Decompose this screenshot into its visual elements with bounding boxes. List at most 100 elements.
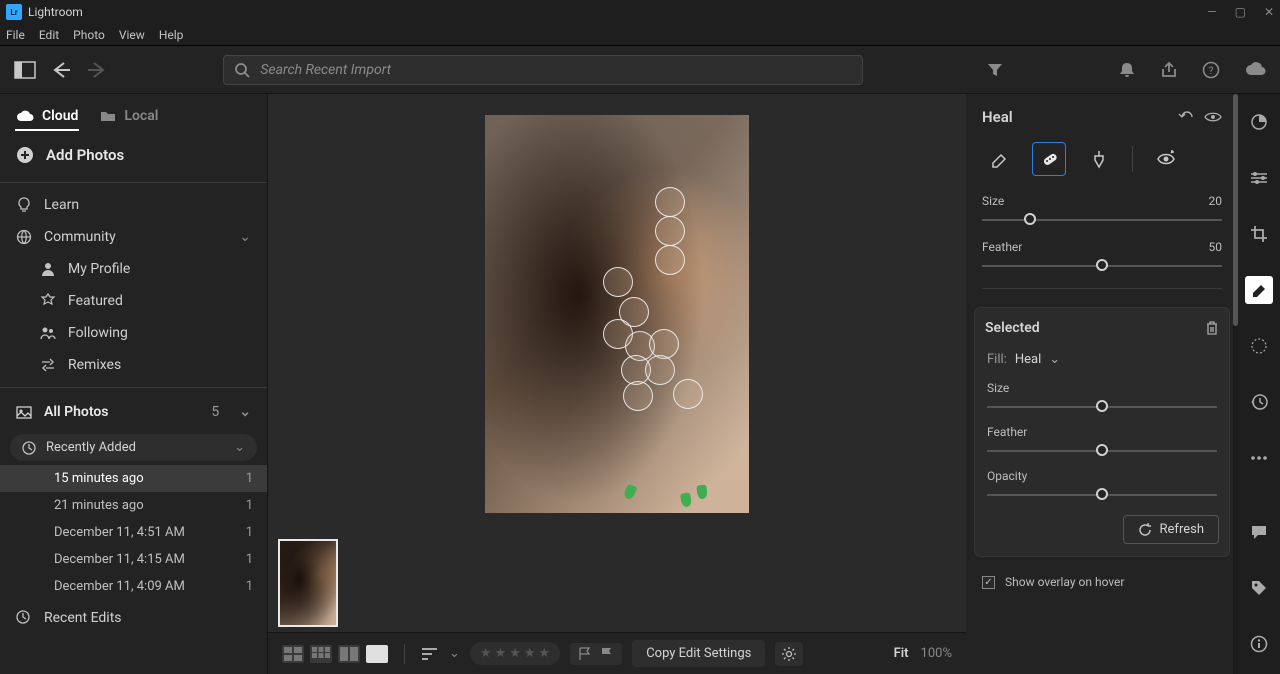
scrollbar[interactable] <box>1233 94 1238 674</box>
undo-icon[interactable] <box>1178 111 1194 123</box>
search-box[interactable]: Search Recent Import <box>223 55 863 85</box>
clock-icon <box>22 441 36 455</box>
menu-help[interactable]: Help <box>159 28 184 42</box>
cloud-sync-icon[interactable] <box>1244 61 1266 79</box>
menu-file[interactable]: File <box>6 28 25 42</box>
share-icon[interactable] <box>1160 61 1178 79</box>
overlay-checkbox-row[interactable]: ✓ Show overlay on hover <box>966 565 1238 599</box>
selected-size-slider[interactable]: Size <box>985 377 1219 421</box>
date-row[interactable]: December 11, 4:09 AM1 <box>0 573 267 600</box>
heal-spot[interactable] <box>623 381 653 411</box>
mask-icon[interactable] <box>1245 332 1273 360</box>
grid-small-view[interactable] <box>310 645 332 663</box>
heal-spot[interactable] <box>673 379 703 409</box>
sidebar-remixes[interactable]: Remixes <box>0 349 267 381</box>
clone-tool[interactable] <box>1082 142 1116 176</box>
app-title: Lightroom <box>28 5 83 19</box>
heal-spot[interactable] <box>655 245 685 275</box>
detail-view[interactable] <box>366 645 388 663</box>
heal-tool[interactable] <box>1032 142 1066 176</box>
sort-dropdown[interactable]: ⌄ <box>449 646 460 661</box>
photo-canvas[interactable] <box>268 94 966 534</box>
help-icon[interactable]: ? <box>1202 61 1220 79</box>
erase-tool[interactable] <box>982 142 1016 176</box>
feather-slider[interactable]: Feather50 <box>966 236 1238 282</box>
menubar: File Edit Photo View Help <box>0 24 1280 46</box>
maximize-button[interactable]: ▢ <box>1235 5 1246 19</box>
date-row[interactable]: 15 minutes ago1 <box>0 465 267 492</box>
zoom-pct[interactable]: 100% <box>921 646 952 661</box>
forward-button[interactable] <box>86 61 108 79</box>
flag-reject-icon <box>600 647 614 661</box>
info-icon[interactable] <box>1245 630 1273 658</box>
overlay-checkbox[interactable]: ✓ <box>982 576 995 589</box>
eye-icon[interactable] <box>1204 111 1222 123</box>
fit-button[interactable]: Fit <box>894 646 909 661</box>
app-logo: Lr <box>6 4 22 20</box>
trash-icon[interactable] <box>1205 320 1219 336</box>
sidebar-community[interactable]: Community ⌄ <box>0 221 267 253</box>
left-sidebar: Cloud Local Add Photos Learn Community ⌄… <box>0 94 268 674</box>
grid-large-view[interactable] <box>282 645 304 663</box>
panel-toggle-icon[interactable] <box>14 59 36 81</box>
history-icon[interactable] <box>1245 388 1273 416</box>
date-row[interactable]: December 11, 4:51 AM1 <box>0 519 267 546</box>
star-rating[interactable]: ★★★★★ <box>470 642 560 665</box>
notifications-icon[interactable] <box>1118 61 1136 79</box>
settings-gear-button[interactable] <box>775 642 803 666</box>
more-icon[interactable] <box>1245 444 1273 472</box>
close-button[interactable]: ✕ <box>1264 5 1274 19</box>
heal-spot[interactable] <box>645 355 675 385</box>
chevron-down-icon: ⌄ <box>239 404 251 420</box>
view-mode-group <box>282 645 388 663</box>
heal-tools <box>966 138 1238 190</box>
main-photo[interactable] <box>485 115 749 513</box>
thumbnail[interactable] <box>278 539 338 627</box>
settings-sliders-icon[interactable] <box>1245 164 1273 192</box>
date-row[interactable]: 21 minutes ago1 <box>0 492 267 519</box>
heal-spot[interactable] <box>655 187 685 217</box>
heal-spot[interactable] <box>655 216 685 246</box>
sidebar-featured[interactable]: Featured <box>0 285 267 317</box>
minimize-button[interactable]: — <box>1207 5 1216 19</box>
comments-icon[interactable] <box>1245 518 1273 546</box>
date-row[interactable]: December 11, 4:15 AM1 <box>0 546 267 573</box>
size-slider[interactable]: Size20 <box>966 190 1238 236</box>
right-wrap: Heal Size20 Feather50 <box>966 94 1280 674</box>
sidebar-recent-edits[interactable]: Recent Edits <box>0 602 267 634</box>
selected-feather-slider[interactable]: Feather <box>985 421 1219 465</box>
sidebar-following[interactable]: Following <box>0 317 267 349</box>
edit-icon[interactable] <box>1245 108 1273 136</box>
tag-icon[interactable] <box>1245 574 1273 602</box>
heal-strip-icon[interactable] <box>1245 276 1273 304</box>
chevron-down-icon: ⌄ <box>234 440 245 455</box>
menu-edit[interactable]: Edit <box>39 28 59 42</box>
menu-view[interactable]: View <box>119 28 145 42</box>
filter-icon[interactable] <box>987 62 1003 78</box>
sort-icon[interactable] <box>421 647 439 661</box>
plus-circle-icon <box>16 146 34 164</box>
sidebar-all-photos[interactable]: All Photos 5 ⌄ <box>0 394 267 430</box>
flag-group[interactable] <box>570 643 622 665</box>
chevron-down-icon: ⌄ <box>239 229 251 245</box>
badge-icon <box>40 293 56 309</box>
crop-icon[interactable] <box>1245 220 1273 248</box>
sidebar-learn[interactable]: Learn <box>0 189 267 221</box>
selected-section: Selected Fill: Heal ⌄ Size Feather <box>974 307 1230 557</box>
tab-local[interactable]: Local <box>100 108 158 124</box>
add-photos-button[interactable]: Add Photos <box>0 134 267 176</box>
selected-opacity-slider[interactable]: Opacity <box>985 465 1219 509</box>
tab-cloud[interactable]: Cloud <box>16 108 78 124</box>
heal-spot[interactable] <box>603 267 633 297</box>
back-button[interactable] <box>50 61 72 79</box>
copy-edit-settings-button[interactable]: Copy Edit Settings <box>632 640 765 667</box>
sidebar-my-profile[interactable]: My Profile <box>0 253 267 285</box>
refresh-button[interactable]: Refresh <box>1123 515 1219 544</box>
visualize-spots-tool[interactable] <box>1149 142 1183 176</box>
fill-dropdown[interactable]: Fill: Heal ⌄ <box>985 346 1219 377</box>
compare-view[interactable] <box>338 645 360 663</box>
heal-panel: Heal Size20 Feather50 <box>966 94 1238 674</box>
menu-photo[interactable]: Photo <box>73 28 105 42</box>
heal-spot[interactable] <box>649 329 679 359</box>
sidebar-recently-added[interactable]: Recently Added ⌄ <box>10 434 257 461</box>
